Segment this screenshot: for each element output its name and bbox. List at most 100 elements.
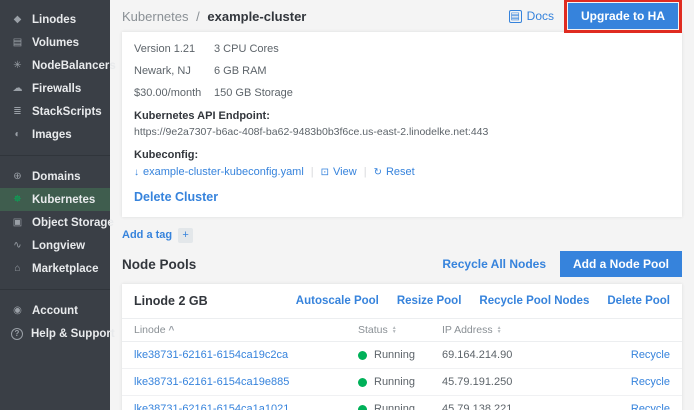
sidebar-item-domains[interactable]: ⊕ Domains (0, 165, 110, 188)
node-pools-title: Node Pools (122, 257, 196, 272)
sidebar-item-linodes[interactable]: ◆ Linodes (0, 8, 110, 31)
sidebar-item-help-support[interactable]: ? Help & Support (0, 322, 110, 345)
sidebar-item-object-storage[interactable]: ▣ Object Storage (0, 211, 110, 234)
app-window: ◆ Linodes ▤ Volumes ✳ NodeBalancers ☁ Fi… (0, 0, 694, 410)
pool-action-links: Autoscale Pool Resize Pool Recycle Pool … (296, 295, 670, 307)
sidebar-item-label: Images (32, 129, 72, 141)
node-link[interactable]: lke38731-62161-6154ca19e885 (134, 376, 289, 388)
recycle-node-link[interactable]: Recycle (631, 376, 670, 388)
download-icon: ↓ (134, 167, 139, 178)
ip-address: 69.164.214.90 (430, 342, 576, 369)
sidebar-item-stackscripts[interactable]: ≣ StackScripts (0, 100, 110, 123)
spec-storage: 150 GB Storage (214, 87, 670, 99)
linodes-icon: ◆ (11, 13, 24, 26)
sidebar-item-label: Longview (32, 240, 85, 252)
recycle-node-link[interactable]: Recycle (631, 349, 670, 361)
volumes-icon: ▤ (11, 36, 24, 49)
breadcrumb-separator: / (196, 9, 200, 24)
status-text: Running (374, 349, 415, 361)
add-tag-button[interactable]: Add a tag + (122, 228, 193, 243)
sidebar-item-volumes[interactable]: ▤ Volumes (0, 31, 110, 54)
api-endpoint-label: Kubernetes API Endpoint: (134, 110, 670, 122)
sidebar-item-label: Account (32, 305, 78, 317)
plus-icon: + (178, 228, 193, 243)
divider: | (311, 166, 314, 178)
sidebar-item-label: StackScripts (32, 106, 102, 118)
sidebar-item-label: Kubernetes (32, 194, 95, 206)
sidebar-item-images[interactable]: ◐ Images (0, 123, 110, 146)
node-pool-card: Linode 2 GB Autoscale Pool Resize Pool R… (122, 284, 682, 410)
nodes-table: Linode^ Status▲▼ IP Address▲▼ lke38731-6… (122, 318, 682, 410)
node-pools-header: Node Pools Recycle All Nodes Add a Node … (122, 250, 682, 278)
recycle-node-link[interactable]: Recycle (631, 403, 670, 410)
sidebar-item-nodebalancers[interactable]: ✳ NodeBalancers (0, 54, 110, 77)
spec-ram: 6 GB RAM (214, 65, 670, 77)
sidebar-item-label: NodeBalancers (32, 60, 116, 72)
node-pools-actions: Recycle All Nodes Add a Node Pool (442, 251, 682, 277)
sidebar-item-firewalls[interactable]: ☁ Firewalls (0, 77, 110, 100)
upgrade-to-ha-button[interactable]: Upgrade to HA (568, 3, 678, 29)
stackscripts-icon: ≣ (11, 105, 24, 118)
account-icon: ◉ (11, 304, 24, 317)
add-node-pool-button[interactable]: Add a Node Pool (560, 251, 682, 277)
recycle-pool-nodes-link[interactable]: Recycle Pool Nodes (479, 295, 589, 307)
breadcrumb: Kubernetes / example-cluster (122, 9, 306, 24)
api-endpoint-section: Kubernetes API Endpoint: https://9e2a730… (134, 110, 670, 138)
sidebar-item-label: Linodes (32, 14, 76, 26)
delete-pool-link[interactable]: Delete Pool (607, 295, 670, 307)
column-header-linode[interactable]: Linode^ (122, 319, 346, 342)
reset-icon: ↻ (374, 167, 382, 178)
sidebar-item-account[interactable]: ◉ Account (0, 299, 110, 322)
docs-link[interactable]: ▤ Docs (509, 9, 554, 23)
breadcrumb-section-link[interactable]: Kubernetes (122, 9, 189, 24)
sort-asc-icon: ^ (169, 325, 175, 336)
divider: | (364, 166, 367, 178)
sidebar-item-marketplace[interactable]: ⌂ Marketplace (0, 257, 110, 280)
pool-name: Linode 2 GB (134, 294, 208, 308)
autoscale-pool-link[interactable]: Autoscale Pool (296, 295, 379, 307)
spec-cpu: 3 CPU Cores (214, 43, 670, 55)
cluster-summary-card: Version 1.21 3 CPU Cores Newark, NJ 6 GB… (122, 32, 682, 217)
kubernetes-icon: ✵ (11, 193, 24, 206)
view-label: View (333, 166, 357, 178)
reset-label: Reset (386, 166, 415, 178)
api-endpoint-value: https://9e2a7307-b6ac-408f-ba62-9483b0b3… (134, 126, 670, 138)
spec-region: Newark, NJ (134, 65, 214, 77)
node-link[interactable]: lke38731-62161-6154ca1a1021 (134, 403, 289, 410)
docs-label: Docs (527, 9, 554, 23)
tag-row: Add a tag + (122, 222, 682, 248)
sidebar: ◆ Linodes ▤ Volumes ✳ NodeBalancers ☁ Fi… (0, 0, 110, 410)
object-storage-icon: ▣ (11, 216, 24, 229)
recycle-all-nodes-link[interactable]: Recycle All Nodes (442, 257, 546, 271)
sort-icon: ▲▼ (392, 326, 397, 334)
kubeconfig-label: Kubeconfig: (134, 149, 670, 161)
kubeconfig-download-link[interactable]: ↓ example-cluster-kubeconfig.yaml (134, 166, 304, 178)
status-running-dot (358, 351, 367, 360)
cluster-specs: Version 1.21 3 CPU Cores Newark, NJ 6 GB… (134, 43, 670, 99)
sidebar-item-kubernetes[interactable]: ✵ Kubernetes (0, 188, 110, 211)
node-link[interactable]: lke38731-62161-6154ca19c2ca (134, 349, 288, 361)
firewalls-icon: ☁ (11, 82, 24, 95)
sidebar-divider (0, 155, 110, 156)
column-header-ip-address[interactable]: IP Address▲▼ (430, 319, 576, 342)
sidebar-item-label: Marketplace (32, 263, 98, 275)
resize-pool-link[interactable]: Resize Pool (397, 295, 462, 307)
domains-icon: ⊕ (11, 170, 24, 183)
kubeconfig-view-link[interactable]: ⊡ View (321, 166, 357, 178)
spec-version: Version 1.21 (134, 43, 214, 55)
column-header-status[interactable]: Status▲▼ (346, 319, 430, 342)
help-icon: ? (11, 328, 23, 340)
sidebar-item-longview[interactable]: ∿ Longview (0, 234, 110, 257)
spec-price: $30.00/month (134, 87, 214, 99)
table-row: lke38731-62161-6154ca1a1021 Running 45.7… (122, 396, 682, 410)
kubeconfig-reset-link[interactable]: ↻ Reset (374, 166, 415, 178)
sidebar-item-label: Domains (32, 171, 81, 183)
delete-cluster-link[interactable]: Delete Cluster (134, 190, 218, 204)
view-icon: ⊡ (321, 167, 329, 178)
kubeconfig-filename: example-cluster-kubeconfig.yaml (143, 166, 304, 178)
kubeconfig-actions: ↓ example-cluster-kubeconfig.yaml | ⊡ Vi… (134, 166, 670, 178)
annotation-highlight: Upgrade to HA (564, 0, 682, 33)
images-icon: ◐ (11, 128, 24, 141)
status-text: Running (374, 376, 415, 388)
column-header-actions (576, 319, 682, 342)
